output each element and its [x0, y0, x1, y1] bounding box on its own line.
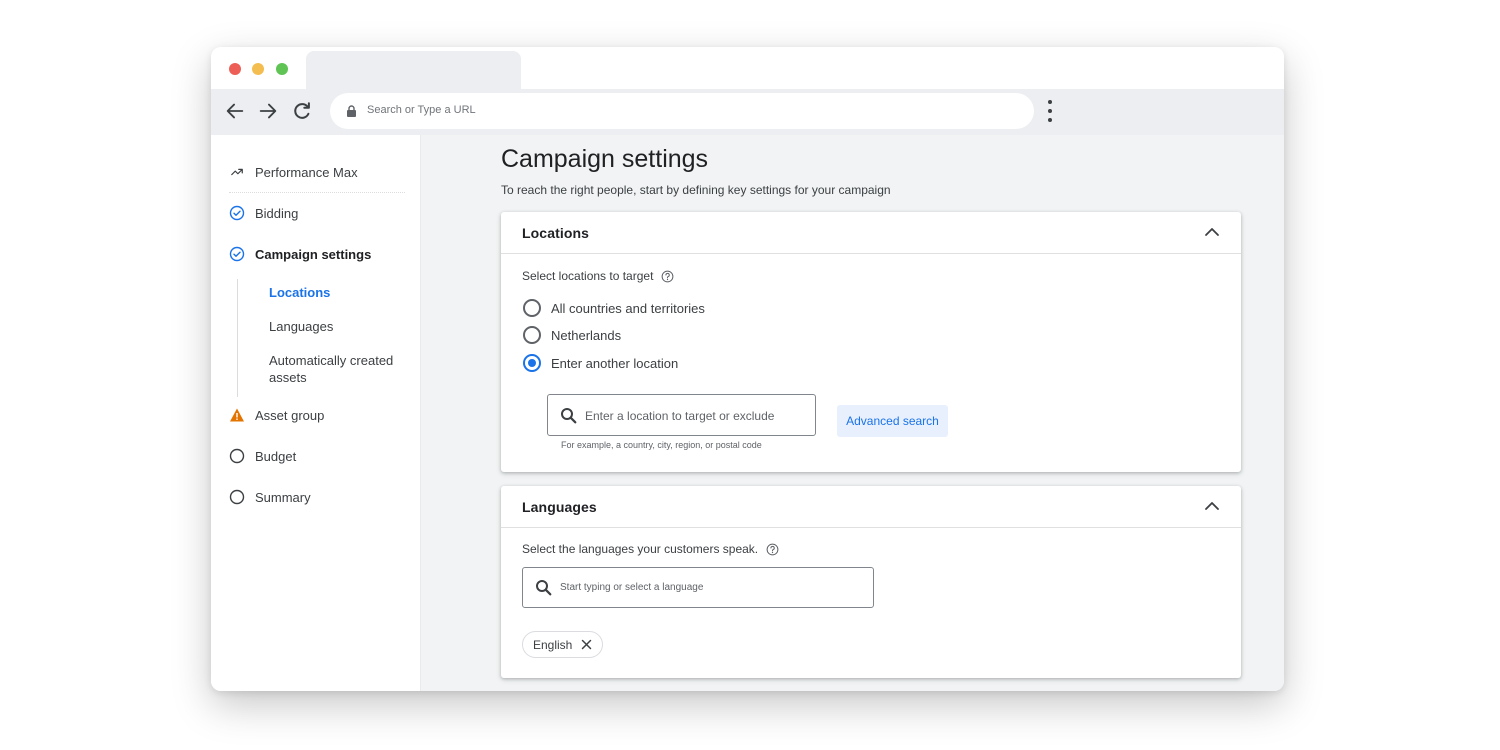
languages-label: Select the languages your customers spea… — [522, 542, 779, 556]
sidebar-item-campaign-settings[interactable]: Campaign settings — [229, 246, 371, 262]
sidebar-subitem-locations[interactable]: Locations — [269, 284, 330, 301]
empty-circle-icon — [229, 448, 245, 464]
radio-button[interactable] — [523, 299, 541, 317]
radio-button[interactable] — [523, 326, 541, 344]
forward-arrow-icon[interactable] — [256, 99, 280, 123]
minimize-window-button[interactable] — [252, 63, 264, 75]
sidebar-item-label: Performance Max — [255, 164, 358, 180]
trend-icon — [229, 164, 245, 180]
locations-card-title: Locations — [522, 225, 590, 241]
browser-titlebar — [211, 47, 1284, 89]
address-bar-placeholder: Search or Type a URL — [367, 104, 476, 116]
sidebar-item-label: Budget — [255, 448, 297, 464]
sidebar-item-label: Asset group — [255, 407, 325, 423]
languages-card-header[interactable]: Languages — [501, 486, 1241, 528]
lock-icon — [347, 105, 356, 117]
chip-label: English — [533, 637, 573, 652]
location-search-input[interactable]: Enter a location to target or exclude — [547, 394, 816, 436]
remove-chip-icon[interactable] — [581, 639, 592, 650]
help-icon[interactable] — [766, 543, 779, 556]
page-subtitle: To reach the right people, start by defi… — [501, 183, 891, 197]
sidebar-item-budget[interactable]: Budget — [229, 448, 296, 464]
language-search-placeholder: Start typing or select a language — [560, 582, 704, 593]
close-window-button[interactable] — [229, 63, 241, 75]
browser-toolbar: Search or Type a URL — [211, 89, 1284, 135]
sidebar: Performance Max Bidding Campaign setting… — [211, 135, 421, 691]
reload-icon[interactable] — [290, 99, 314, 123]
locations-label-text: Select locations to target — [522, 269, 654, 283]
check-circle-icon — [229, 205, 245, 221]
radio-label: All countries and territories — [551, 300, 705, 316]
help-icon[interactable] — [661, 270, 674, 283]
locations-card: Locations Select locations to target All… — [501, 212, 1241, 472]
languages-card: Languages Select the languages your cust… — [501, 486, 1241, 678]
sidebar-item-label: Summary — [255, 489, 311, 505]
empty-circle-icon — [229, 489, 245, 505]
radio-label: Enter another location — [551, 355, 679, 371]
more-options-icon[interactable] — [1041, 98, 1059, 124]
chevron-up-icon[interactable] — [1203, 225, 1221, 239]
language-chip-english: English — [522, 631, 604, 658]
sidebar-item-label: Bidding — [255, 205, 299, 221]
page-title: Campaign settings — [501, 145, 709, 173]
back-arrow-icon[interactable] — [223, 99, 247, 123]
sidebar-item-label: Campaign settings — [255, 246, 372, 262]
browser-window: Search or Type a URL Performance Max Bid… — [211, 47, 1284, 691]
language-search-input[interactable]: Start typing or select a language — [522, 567, 874, 608]
sub-nav-line — [237, 279, 238, 397]
sidebar-subitem-automatically-created-assets[interactable]: Automatically created assets — [269, 352, 409, 386]
location-search-placeholder: Enter a location to target or exclude — [585, 409, 775, 423]
languages-card-title: Languages — [522, 499, 597, 515]
check-circle-icon — [229, 246, 245, 262]
sidebar-item-performance-max[interactable]: Performance Max — [229, 164, 358, 180]
locations-card-header[interactable]: Locations — [501, 212, 1241, 254]
location-hint: For example, a country, city, region, or… — [561, 440, 762, 450]
sidebar-subitem-languages[interactable]: Languages — [269, 318, 333, 335]
radio-label: Netherlands — [551, 327, 622, 343]
maximize-window-button[interactable] — [276, 63, 288, 75]
radio-button-selected[interactable] — [523, 354, 541, 372]
radio-another-location[interactable]: Enter another location — [523, 354, 678, 372]
advanced-search-button[interactable]: Advanced search — [837, 405, 948, 437]
sidebar-divider — [229, 192, 405, 193]
locations-label: Select locations to target — [522, 269, 674, 283]
radio-all-countries[interactable]: All countries and territories — [523, 299, 705, 317]
browser-tab[interactable] — [306, 51, 521, 89]
radio-netherlands[interactable]: Netherlands — [523, 326, 621, 344]
search-icon — [536, 580, 552, 596]
sidebar-item-summary[interactable]: Summary — [229, 489, 311, 505]
sidebar-item-bidding[interactable]: Bidding — [229, 205, 298, 221]
sidebar-item-asset-group[interactable]: Asset group — [229, 407, 324, 423]
search-icon — [561, 408, 577, 424]
warning-icon — [229, 407, 245, 423]
address-bar[interactable]: Search or Type a URL — [330, 93, 1034, 129]
chevron-up-icon[interactable] — [1203, 499, 1221, 513]
languages-label-text: Select the languages your customers spea… — [522, 542, 759, 556]
main-content: Campaign settings To reach the right peo… — [421, 135, 1284, 691]
